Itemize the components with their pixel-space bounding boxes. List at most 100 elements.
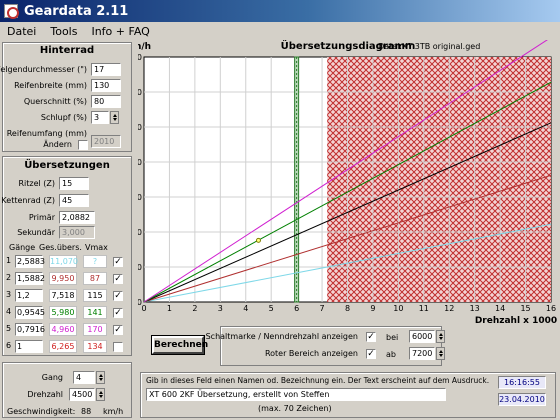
x-tick-label: 8 <box>345 304 350 313</box>
chart-file-name: XT 3TB original.ged <box>402 42 480 51</box>
gear-ratio-input[interactable]: 0,7916 <box>15 323 45 336</box>
menu-datei[interactable]: Datei <box>0 25 43 38</box>
gear-show-checkbox[interactable]: ✓ <box>113 291 123 301</box>
app-icon <box>4 4 19 19</box>
gear-number: 2 <box>6 273 12 282</box>
gear-vmax: 170 <box>83 323 107 336</box>
querschnitt-label: Querschnitt (%) <box>23 97 87 106</box>
gear-total-ratio: 9,950 <box>49 272 77 285</box>
gang-spinner[interactable] <box>96 371 105 384</box>
bei-input[interactable]: 6000 <box>409 330 435 343</box>
uebersetzungen-panel: Übersetzungen Ritzel (Z) 15 Kettenrad (Z… <box>1 156 133 356</box>
x-tick-label: 4 <box>243 304 248 313</box>
y-tick-label: 250 <box>138 123 142 132</box>
umfang-change-checkbox[interactable] <box>78 140 88 150</box>
gear-show-checkbox[interactable]: ✓ <box>113 325 123 335</box>
gear-chart: km/h Übersetzungsdiagramm Datei: XT 3TB … <box>138 40 557 325</box>
ab-input[interactable]: 7200 <box>409 347 435 360</box>
x-tick-label: 5 <box>269 304 274 313</box>
gear-vmax: 141 <box>83 306 107 319</box>
x-tick-label: 10 <box>393 304 403 313</box>
bei-spinner[interactable] <box>436 330 445 343</box>
bei-label: bei <box>386 333 399 342</box>
gear-show-checkbox[interactable]: ✓ <box>113 274 123 284</box>
y-tick-label: 50 <box>138 263 142 272</box>
y-tick-label: 350 <box>138 53 142 62</box>
felgen-input[interactable]: 17 <box>91 63 121 76</box>
gear-number: 5 <box>6 324 12 333</box>
schaltmarke-checkbox[interactable]: ✓ <box>366 332 376 342</box>
gear-vmax: 115 <box>83 289 107 302</box>
speed-marker <box>255 237 261 243</box>
date-display: 23.04.2010 <box>498 393 546 406</box>
red-zone <box>327 57 551 302</box>
gear-row-2: 2 1,5882 9,950 87 ✓ <box>3 272 133 286</box>
x-tick-label: 11 <box>419 304 429 313</box>
querschnitt-input[interactable]: 80 <box>91 95 121 108</box>
ritzel-input[interactable]: 15 <box>59 177 89 190</box>
reifenbreite-input[interactable]: 130 <box>91 79 121 92</box>
x-tick-label: 1 <box>167 304 172 313</box>
y-tick-label: 100 <box>138 228 142 237</box>
menu-bar: Datei Tools Info + FAQ <box>0 22 560 40</box>
schlupf-input[interactable]: 3 <box>91 111 109 124</box>
gear-ratio-input[interactable]: 1,2 <box>15 289 43 302</box>
y-tick-label: 0 <box>138 298 142 307</box>
reifenbreite-label: Reifenbreite (mm) <box>14 81 87 90</box>
x-tick-label: 16 <box>546 304 556 313</box>
gear-ratio-input[interactable]: 2,5883 <box>15 255 45 268</box>
gear-ratio-input[interactable]: 1,5882 <box>15 272 45 285</box>
ab-spinner[interactable] <box>436 347 445 360</box>
x-tick-label: 7 <box>320 304 325 313</box>
gear-number: 4 <box>6 307 12 316</box>
app-title: Geardata 2.11 <box>24 3 129 19</box>
gear-total-ratio: 6,265 <box>49 340 77 353</box>
menu-tools[interactable]: Tools <box>43 25 84 38</box>
y-tick-label: 200 <box>138 158 142 167</box>
drehzahl-input[interactable]: 4500 <box>69 388 95 401</box>
ritzel-label: Ritzel (Z) <box>18 179 55 188</box>
gang-input[interactable]: 4 <box>73 371 95 384</box>
felgen-label: Felgendurchmesser (") <box>0 65 87 74</box>
schlupf-spinner[interactable] <box>110 111 119 124</box>
rot-checkbox[interactable]: ✓ <box>366 349 376 359</box>
gear-show-checkbox[interactable] <box>113 342 123 352</box>
chart-ylabel: km/h <box>138 42 151 52</box>
geschw-value: 88 <box>81 407 92 416</box>
gear-ratio-input[interactable]: 0,9545 <box>15 306 45 319</box>
x-tick-label: 15 <box>520 304 530 313</box>
kettenrad-input[interactable]: 45 <box>59 194 89 207</box>
ab-label: ab <box>386 350 396 359</box>
title-bar: Geardata 2.11 <box>0 0 560 22</box>
sekundaer-value: 3,000 <box>59 226 95 239</box>
chart-xlabel: Drehzahl x 1000 <box>475 316 557 325</box>
x-tick-label: 13 <box>470 304 480 313</box>
print-text-input[interactable]: XT 600 2KF Übersetzung, erstellt von Ste… <box>146 388 446 401</box>
menu-info-faq[interactable]: Info + FAQ <box>84 25 156 38</box>
gear-row-6: 6 1 6,265 134 <box>3 340 133 354</box>
x-tick-label: 2 <box>192 304 197 313</box>
gear-total-ratio: 7,518 <box>49 289 77 302</box>
hinterrad-title: Hinterrad <box>39 45 95 56</box>
x-tick-label: 0 <box>141 304 146 313</box>
y-tick-label: 150 <box>138 193 142 202</box>
geschw-unit: km/h <box>103 407 124 416</box>
gear-show-checkbox[interactable]: ✓ <box>113 257 123 267</box>
gear-ratio-input[interactable]: 1 <box>15 340 43 353</box>
hinterrad-panel: Hinterrad Felgendurchmesser (") 17 Reife… <box>0 42 132 152</box>
drehzahl-spinner[interactable] <box>96 388 105 401</box>
col-ges: Ges.übers. <box>39 243 82 252</box>
print-text-max: (max. 70 Zeichen) <box>258 404 332 413</box>
x-tick-label: 6 <box>294 304 299 313</box>
gear-show-checkbox[interactable]: ✓ <box>113 308 123 318</box>
berechnen-button[interactable]: Berechnen <box>151 335 208 355</box>
print-text-hint: Gib in dieses Feld einen Namen od. Bezei… <box>146 376 490 385</box>
speed-calc-panel: Gang 4 Drehzahl 4500 Geschwindigkeit: 88… <box>2 362 132 418</box>
gear-vmax: 87 <box>83 272 107 285</box>
gang-label: Gang <box>41 373 63 382</box>
umfang-change-label: Ändern <box>43 140 72 149</box>
primaer-input[interactable]: 2,0882 <box>59 211 95 224</box>
clock-display: 16:16:55 <box>498 376 546 389</box>
gear-row-4: 4 0,9545 5,980 141 ✓ <box>3 306 133 320</box>
uebersetzungen-title: Übersetzungen <box>24 160 110 171</box>
